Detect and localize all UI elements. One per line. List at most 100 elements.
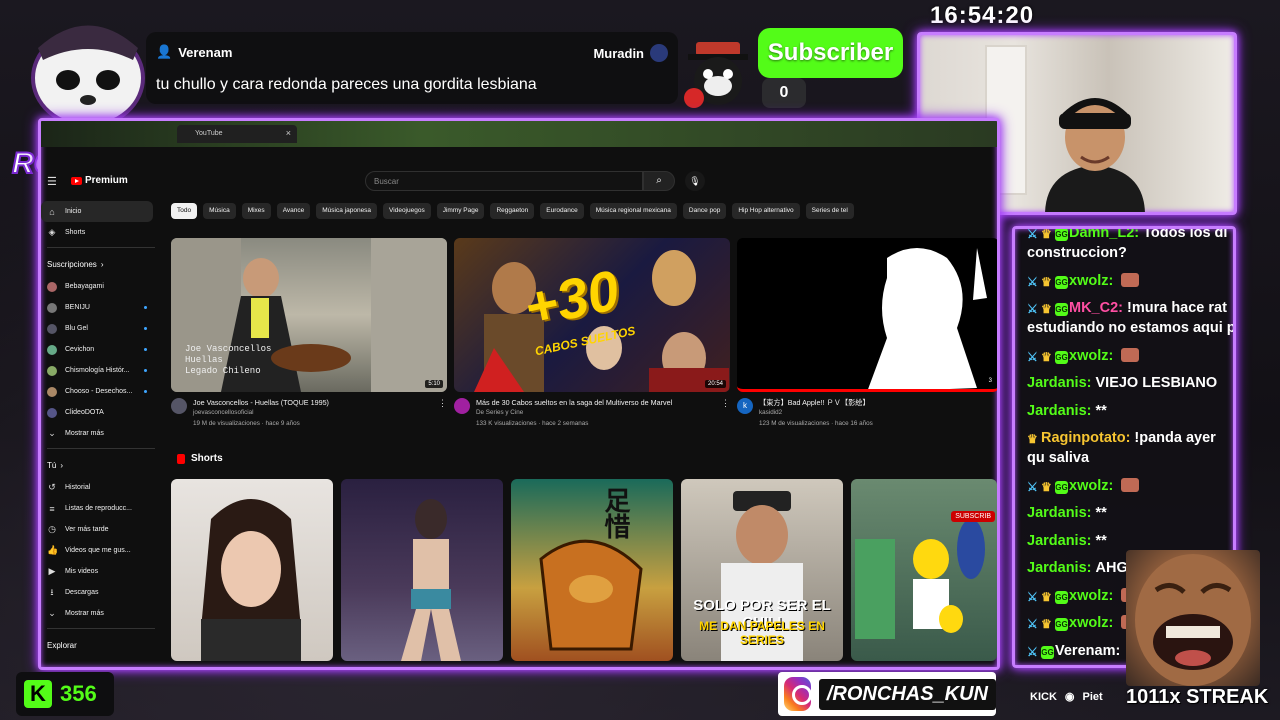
badges: ⚔ ♛ GG xyxy=(1027,480,1068,494)
short-card[interactable]: 足惜 xyxy=(511,479,673,661)
short-card[interactable] xyxy=(171,479,333,661)
video-thumbnail[interactable]: 3 xyxy=(737,238,997,392)
chat-username[interactable]: xwolz xyxy=(1069,588,1108,604)
video-card[interactable]: +30 CABOS SUELTOS 20:54 Más de 30 Cabos … xyxy=(454,238,730,427)
mic-icon[interactable]: 🎙 xyxy=(685,171,705,191)
avatar[interactable] xyxy=(171,398,187,414)
chat-username[interactable]: Jardanis xyxy=(1027,403,1087,419)
sidebar-item-shorts[interactable]: ◈ Shorts xyxy=(41,222,161,243)
video-thumbnail[interactable]: Joe Vasconcellos Huellas Legado Chileno … xyxy=(171,238,447,392)
sidebar-item-label: Descargas xyxy=(65,589,99,596)
filter-chip[interactable]: Dance pop xyxy=(682,203,727,219)
video-thumbnail[interactable]: +30 CABOS SUELTOS 20:54 xyxy=(454,238,730,392)
search-icon[interactable]: ⌕ xyxy=(643,171,675,191)
sidebar-item-inicio[interactable]: ⌂ Inicio xyxy=(41,201,153,222)
filter-chip[interactable]: Música japonesa xyxy=(316,203,378,219)
menu-icon[interactable]: ☰ xyxy=(47,175,57,188)
sword-icon: ⚔ xyxy=(1027,302,1038,316)
avatar xyxy=(47,344,57,355)
filter-chip[interactable]: Reggaeton xyxy=(490,203,535,219)
filter-chip[interactable]: Mixes xyxy=(241,203,271,219)
kick-label: KICK xyxy=(1030,690,1057,703)
search-input[interactable]: Buscar xyxy=(365,171,643,191)
sidebar-item-subscription[interactable]: ClideoDOTA xyxy=(41,402,161,423)
more-icon[interactable]: ⋮ xyxy=(438,398,447,409)
chat-username[interactable]: xwolz xyxy=(1069,478,1108,494)
sidebar-item-label: Listas de reproducc... xyxy=(65,505,132,512)
chat-username[interactable]: Jardanis xyxy=(1027,505,1087,521)
filter-chip[interactable]: Series de tel xyxy=(805,203,854,219)
sword-icon: ⚔ xyxy=(1027,644,1038,659)
filter-chip[interactable]: Todo xyxy=(171,203,198,219)
chat-username[interactable]: xwolz xyxy=(1069,273,1108,289)
instagram-banner: /RONCHAS_KUN xyxy=(778,672,996,716)
sidebar-item-subscription[interactable]: Chismología Histór... xyxy=(41,360,161,381)
sidebar-item-label: Videos que me gus... xyxy=(65,547,131,554)
filter-chip[interactable]: Música xyxy=(203,203,236,219)
sidebar-item-download[interactable]: ⭳ Descargas xyxy=(41,582,161,603)
youtube-logo[interactable]: Premium xyxy=(71,175,128,186)
tab-youtube[interactable]: YouTube × xyxy=(177,125,297,143)
chat-colon: : xyxy=(1086,505,1092,521)
video-card[interactable]: 3 k 【東方】Bad Apple!! ＰＶ【影絵】 kasidid2 123 … xyxy=(737,238,997,427)
chat-username[interactable]: Jardanis xyxy=(1027,533,1087,549)
chat-username[interactable]: Raginpotato xyxy=(1041,430,1126,446)
short-card[interactable]: SUBSCRIB xyxy=(851,479,997,661)
streamer-image xyxy=(1045,98,1145,212)
short-card[interactable]: SOLO POR SER EL CHILI ME DAN PAPELES EN … xyxy=(681,479,843,661)
avatar[interactable]: k xyxy=(737,398,753,414)
sidebar-item-subscription[interactable]: Blu Gel xyxy=(41,318,161,339)
shorts-icon: ◈ xyxy=(48,227,56,237)
short-thumbnail xyxy=(401,499,461,661)
chat-username[interactable]: xwolz xyxy=(1069,615,1108,631)
alert-user: Verenam xyxy=(178,44,233,60)
subscriptions-header[interactable]: Suscripciones › xyxy=(41,252,161,276)
video-card[interactable]: Joe Vasconcellos Huellas Legado Chileno … xyxy=(171,238,447,427)
sidebar-item-subscription[interactable]: Bebayagami xyxy=(41,276,161,297)
close-icon[interactable]: × xyxy=(286,128,291,138)
chat-username[interactable]: xwolz xyxy=(1069,348,1108,364)
you-header[interactable]: Tú › xyxy=(41,453,161,477)
sidebar-item-chevron-down[interactable]: ⌄ Mostrar más xyxy=(41,603,161,624)
sidebar-item-subscription[interactable]: Cevichon xyxy=(41,339,161,360)
video-title[interactable]: Joe Vasconcellos - Huellas (TOQUE 1995) xyxy=(193,398,433,407)
social-icons: KICK ◉ Piet xyxy=(1030,690,1103,704)
filter-chip[interactable]: Hip Hop alternativo xyxy=(732,203,800,219)
chat-username[interactable]: Verenam xyxy=(1055,643,1115,659)
sidebar-item-subscription[interactable]: Chooso - Desechos... xyxy=(41,381,161,402)
sword-icon: ⚔ xyxy=(1027,617,1038,631)
sidebar-item-playlist[interactable]: ≡ Listas de reproducc... xyxy=(41,498,161,519)
chat-message: ⚔ ♛ GG MK_C2: !mura hace rat estudiando no e… xyxy=(1027,298,1233,338)
video-title[interactable]: Más de 30 Cabos sueltos en la saga del M… xyxy=(476,398,716,407)
sidebar-item-clock[interactable]: ◷ Ver más tarde xyxy=(41,519,161,540)
filter-chip[interactable]: Eurodance xyxy=(540,203,584,219)
subscribe-button[interactable]: Subscriber xyxy=(758,28,903,78)
sidebar-item-subscription[interactable]: ⌄ Mostrar más xyxy=(41,423,161,444)
sidebar-item-subscription[interactable]: BENIJU xyxy=(41,297,161,318)
sword-icon: ⚔ xyxy=(1027,274,1038,289)
sidebar-item-label: Mostrar más xyxy=(65,610,104,617)
channel-name[interactable]: De Series y Cine xyxy=(476,409,716,416)
badges: ⚔ ♛ GG xyxy=(1027,229,1068,241)
sidebar-item-history[interactable]: ↺ Historial xyxy=(41,477,161,498)
chat-username[interactable]: MK_C2 xyxy=(1069,300,1118,316)
chat-colon: : xyxy=(1108,272,1114,289)
sidebar-item-video[interactable]: ▶ Mis videos xyxy=(41,561,161,582)
chat-colon: : xyxy=(1086,402,1092,419)
channel-name[interactable]: joevasconcellosoficial xyxy=(193,409,433,416)
filter-chip[interactable]: Videojuegos xyxy=(383,203,431,219)
filter-chip[interactable]: Jimmy Page xyxy=(436,203,485,219)
chat-username[interactable]: Jardanis xyxy=(1027,560,1087,576)
channel-name[interactable]: kasidid2 xyxy=(759,409,997,416)
filter-chip[interactable]: Música regional mexicana xyxy=(589,203,677,219)
chat-username[interactable]: Jardanis xyxy=(1027,375,1087,391)
avatar[interactable] xyxy=(454,398,470,414)
short-card[interactable] xyxy=(341,479,503,661)
chat-username[interactable]: Damn_L2 xyxy=(1069,229,1134,241)
video-title[interactable]: 【東方】Bad Apple!! ＰＶ【影絵】 xyxy=(759,398,997,407)
more-icon[interactable]: ⋮ xyxy=(721,398,730,409)
divider xyxy=(47,628,155,629)
reaction-meme xyxy=(1126,550,1260,686)
sidebar-item-like[interactable]: 👍 Videos que me gus... xyxy=(41,540,161,561)
filter-chip[interactable]: Avance xyxy=(276,203,311,219)
